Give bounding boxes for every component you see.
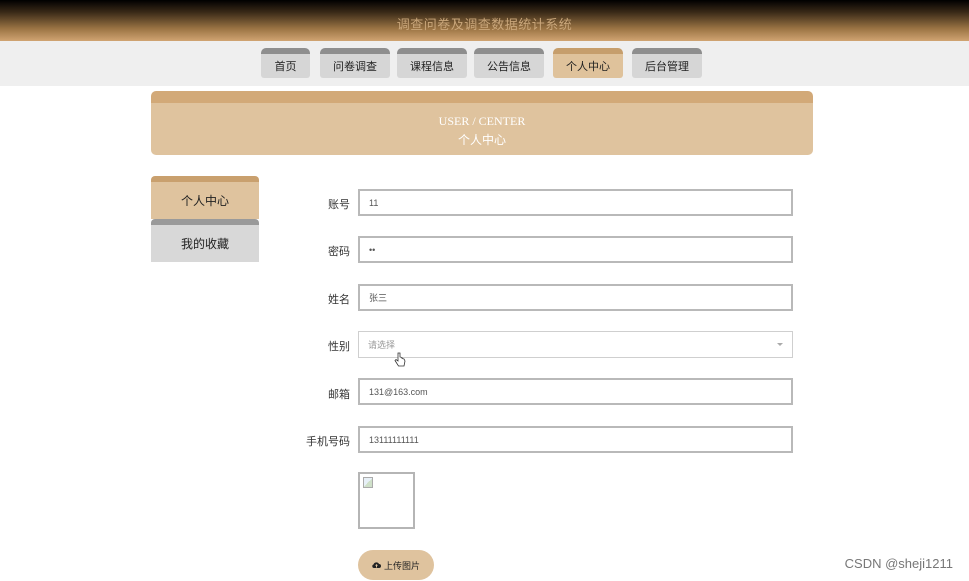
nav-bar: 首页 问卷调查 课程信息 公告信息 个人中心 后台管理	[0, 41, 969, 86]
sidebar-item-favorites[interactable]: 我的收藏	[151, 219, 259, 262]
password-label: 密码	[328, 246, 350, 258]
password-input[interactable]: ••	[358, 236, 793, 263]
name-label: 姓名	[328, 294, 350, 306]
gender-placeholder: 请选择	[368, 340, 396, 350]
phone-label: 手机号码	[306, 436, 350, 448]
nav-user-center[interactable]: 个人中心	[553, 48, 623, 78]
password-value: ••	[369, 244, 376, 255]
name-value: 张三	[369, 293, 388, 303]
phone-input[interactable]: 13111111111	[358, 426, 793, 453]
nav-survey[interactable]: 问卷调查	[320, 48, 390, 78]
upload-label: 上传图片	[383, 560, 420, 571]
upload-image-button[interactable]: 上传图片	[358, 550, 434, 580]
account-label: 账号	[328, 199, 350, 211]
nav-admin[interactable]: 后台管理	[632, 48, 702, 78]
avatar-image	[358, 472, 415, 529]
site-title: 调查问卷及调查数据统计系统	[396, 17, 573, 32]
cloud-upload-icon	[372, 562, 381, 568]
page-banner: USER / CENTER 个人中心	[151, 91, 813, 155]
broken-image-icon	[363, 477, 373, 488]
account-value: 11	[369, 197, 379, 208]
watermark: CSDN @sheji1211	[844, 556, 953, 571]
gender-label: 性别	[328, 341, 350, 353]
nav-home[interactable]: 首页	[261, 48, 310, 78]
mouse-pointer-icon	[394, 352, 406, 371]
banner-title-en: USER / CENTER	[438, 114, 526, 128]
chevron-down-icon	[777, 343, 783, 346]
gender-select[interactable]: 请选择	[358, 331, 793, 358]
banner-title-zh: 个人中心	[457, 133, 506, 147]
email-input[interactable]: 131@163.com	[358, 378, 793, 405]
email-label: 邮箱	[328, 389, 350, 401]
nav-course[interactable]: 课程信息	[397, 48, 467, 78]
sidebar-item-user-center[interactable]: 个人中心	[151, 176, 259, 219]
name-input[interactable]: 张三	[358, 284, 793, 311]
email-value: 131@163.com	[369, 386, 428, 397]
nav-notice[interactable]: 公告信息	[474, 48, 544, 78]
header-bar: 调查问卷及调查数据统计系统	[0, 0, 969, 41]
phone-value: 13111111111	[369, 434, 419, 445]
account-input[interactable]: 11	[358, 189, 793, 216]
